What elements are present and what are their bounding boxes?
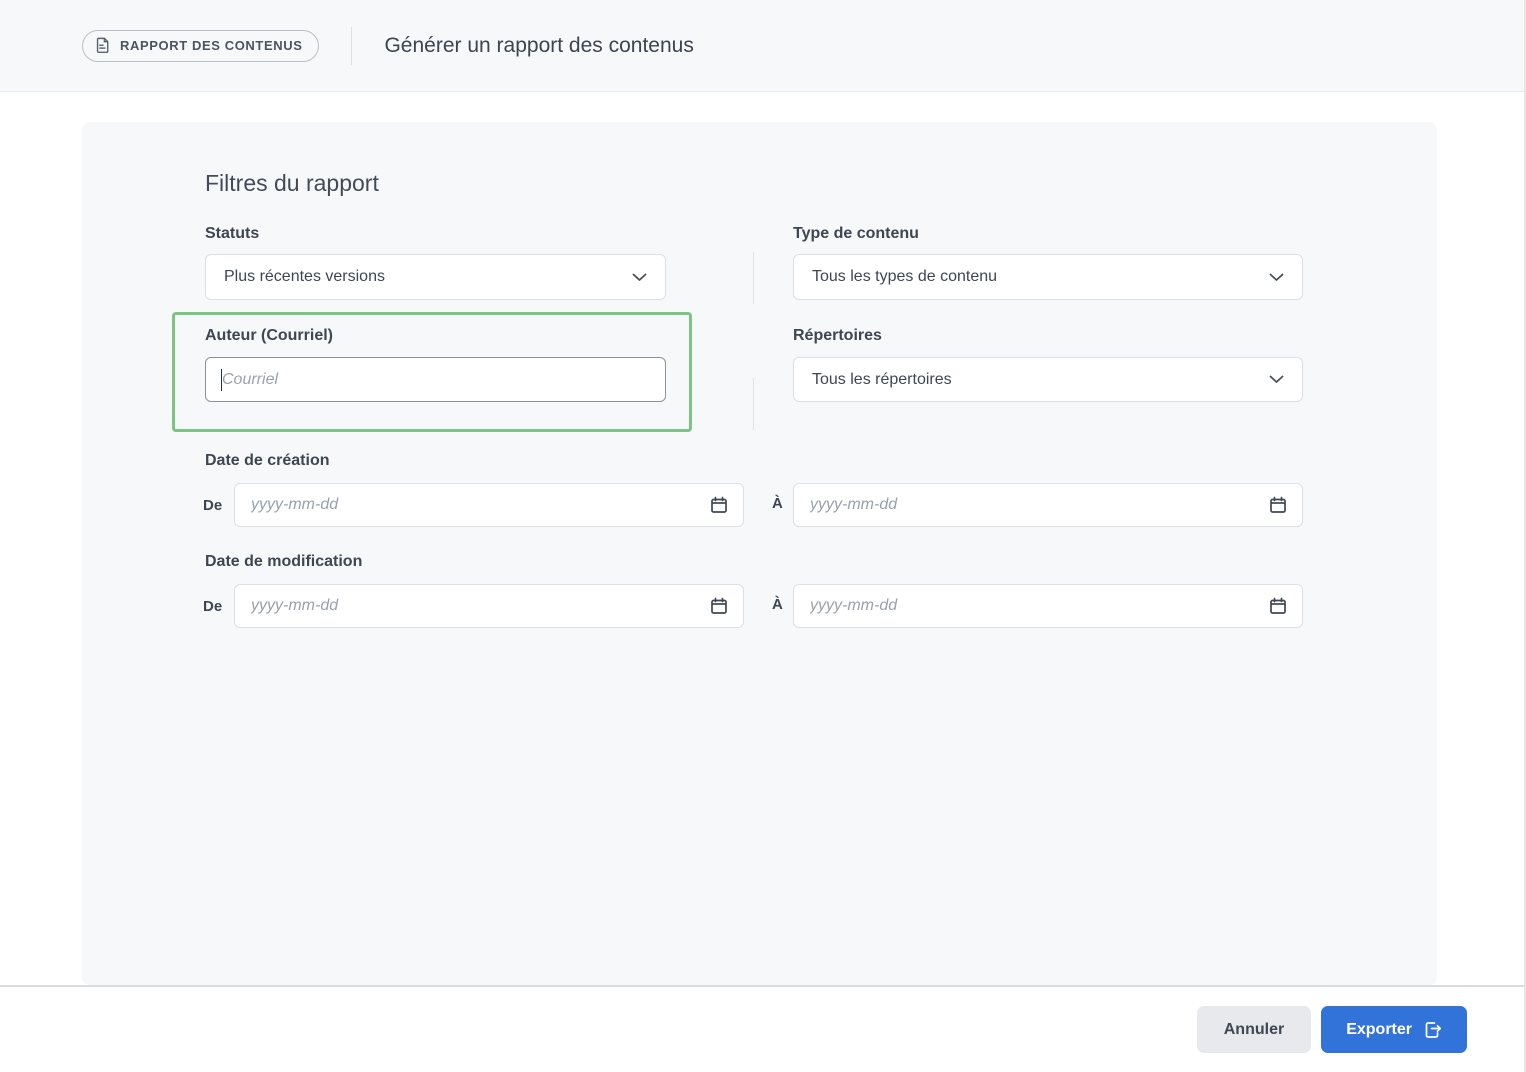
repertoires-select[interactable]: Tous les répertoires — [793, 357, 1303, 402]
header-divider — [351, 26, 353, 65]
chevron-down-icon — [1269, 273, 1284, 282]
date-modification-to-wrap — [793, 584, 1303, 628]
export-file-arrow-icon — [1422, 1020, 1442, 1040]
export-button[interactable]: Exporter — [1321, 1006, 1467, 1053]
date-creation-from-wrap — [234, 483, 744, 527]
page-title: Générer un rapport des contenus — [384, 33, 694, 57]
repertoires-selected-value: Tous les répertoires — [812, 370, 952, 388]
generate-content-report-page: RAPPORT DES CONTENUS Générer un rapport … — [0, 0, 1526, 1072]
date-modification-from-input[interactable] — [234, 584, 744, 628]
date-modification-to-label: À — [772, 596, 783, 613]
statuts-select[interactable]: Plus récentes versions — [205, 254, 666, 300]
column-divider-bottom — [753, 378, 754, 430]
type-contenu-select[interactable]: Tous les types de contenu — [793, 254, 1303, 300]
filters-heading: Filtres du rapport — [205, 170, 379, 196]
date-modification-from-wrap — [234, 584, 744, 628]
content-report-badge[interactable]: RAPPORT DES CONTENUS — [82, 29, 320, 62]
statuts-selected-value: Plus récentes versions — [224, 268, 385, 285]
column-divider-top — [753, 252, 754, 304]
date-creation-from-input[interactable] — [234, 483, 744, 527]
cancel-button[interactable]: Annuler — [1196, 1006, 1312, 1053]
date-creation-to-label: À — [772, 495, 783, 512]
chevron-down-icon — [632, 273, 647, 282]
auteur-email-input[interactable] — [205, 357, 666, 402]
type-contenu-selected-value: Tous les types de contenu — [812, 268, 998, 285]
auteur-label: Auteur (Courriel) — [205, 327, 333, 344]
date-modification-from-label: De — [203, 598, 223, 615]
repertoires-label: Répertoires — [793, 327, 882, 344]
date-modification-to-input[interactable] — [793, 584, 1303, 628]
chevron-down-icon — [1269, 375, 1284, 384]
date-creation-to-input[interactable] — [793, 483, 1303, 527]
report-document-icon — [93, 36, 112, 55]
date-creation-to-wrap — [793, 483, 1303, 527]
date-creation-from-label: De — [203, 497, 223, 514]
export-button-label: Exporter — [1346, 1020, 1412, 1038]
type-contenu-label: Type de contenu — [793, 225, 919, 242]
page-header: RAPPORT DES CONTENUS Générer un rapport … — [0, 0, 1526, 92]
statuts-label: Statuts — [205, 225, 260, 242]
badge-label: RAPPORT DES CONTENUS — [120, 38, 303, 53]
date-modification-label: Date de modification — [205, 553, 363, 570]
report-filters-card: Filtres du rapport Statuts Plus récentes… — [82, 122, 1437, 985]
date-creation-label: Date de création — [205, 452, 330, 469]
footer-action-bar: Annuler Exporter — [0, 987, 1526, 1072]
